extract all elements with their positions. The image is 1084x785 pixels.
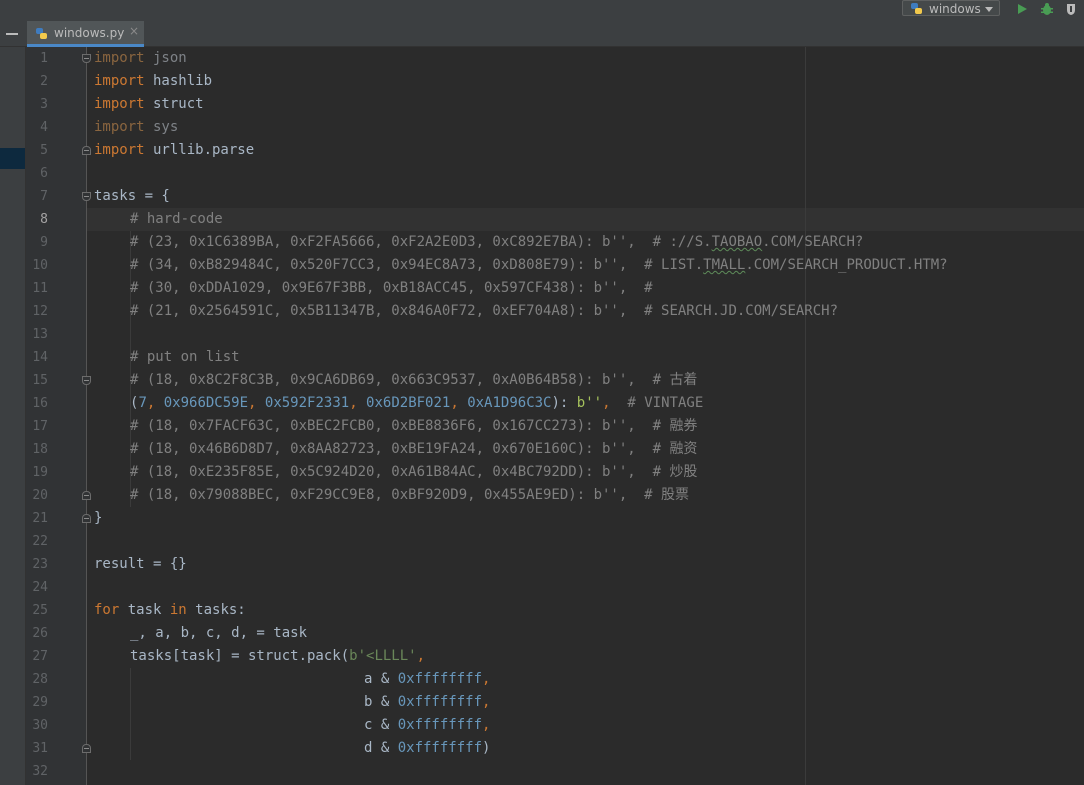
code-line: import urllib.parse — [94, 142, 255, 158]
code-line: # (18, 0x8C2F8C3B, 0x9CA6DB69, 0x663C953… — [130, 372, 698, 388]
fold-toggle-icon[interactable] — [82, 54, 91, 63]
line-number[interactable]: 21 — [26, 507, 48, 530]
code-line: (7, 0x966DC59E, 0x592F2331, 0x6D2BF021, … — [130, 395, 704, 411]
line-number[interactable]: 18 — [26, 438, 48, 461]
run-configuration-select[interactable]: windows — [902, 0, 1000, 16]
chevron-down-icon — [985, 7, 993, 12]
line-number[interactable]: 17 — [26, 415, 48, 438]
line-number[interactable]: 6 — [26, 162, 48, 185]
line-number[interactable]: 4 — [26, 116, 48, 139]
line-number[interactable]: 7 — [26, 185, 48, 208]
hide-panel-icon[interactable] — [6, 33, 18, 35]
line-number[interactable]: 20 — [26, 484, 48, 507]
code-line: _, a, b, c, d, = task — [130, 625, 308, 641]
fold-toggle-icon[interactable] — [82, 146, 91, 155]
line-number[interactable]: 10 — [26, 254, 48, 277]
code-line: # (18, 0x7FACF63C, 0xBEC2FCB0, 0xBE8836F… — [130, 418, 698, 434]
tab-filename: windows.py — [54, 26, 125, 40]
fold-toggle-icon[interactable] — [82, 192, 91, 201]
code-line: tasks[task] = struct.pack(b'<LLLL', — [130, 648, 426, 664]
line-number[interactable]: 26 — [26, 622, 48, 645]
line-number[interactable]: 32 — [26, 760, 48, 783]
code-line: # (18, 0x79088BEC, 0xF29CC9E8, 0xBF920D9… — [130, 487, 690, 503]
line-number[interactable]: 1 — [26, 47, 48, 70]
line-number[interactable]: 19 — [26, 461, 48, 484]
tab-windows-py[interactable]: windows.py × — [27, 21, 144, 47]
code-line: # hard-code — [130, 211, 223, 227]
navigation-toolbar: windows — [0, 0, 1084, 20]
fold-toggle-icon[interactable] — [82, 376, 91, 385]
line-number[interactable]: 11 — [26, 277, 48, 300]
coverage-icon[interactable] — [1064, 2, 1078, 16]
code-line: import sys — [94, 119, 179, 135]
python-icon — [911, 3, 922, 14]
line-number[interactable]: 13 — [26, 323, 48, 346]
line-number[interactable]: 23 — [26, 553, 48, 576]
debug-icon[interactable] — [1040, 2, 1054, 16]
run-configuration-label: windows — [929, 2, 981, 16]
code-line: tasks = { — [94, 188, 170, 204]
line-number[interactable]: 2 — [26, 70, 48, 93]
line-number[interactable]: 27 — [26, 645, 48, 668]
code-line: # (21, 0x2564591C, 0x5B11347B, 0x846A0F7… — [130, 303, 839, 319]
line-number[interactable]: 3 — [26, 93, 48, 116]
code-line: # (18, 0xE235F85E, 0x5C924D20, 0xA61B84A… — [130, 464, 698, 480]
code-line: } — [94, 510, 103, 526]
caret-row-highlight — [87, 208, 1084, 231]
code-line: c & 0xffffffff, — [364, 717, 491, 733]
line-number[interactable]: 24 — [26, 576, 48, 599]
line-number[interactable]: 14 — [26, 346, 48, 369]
editor-tab-bar — [0, 20, 1084, 47]
project-tool-strip — [0, 47, 26, 785]
code-line: import hashlib — [94, 73, 213, 89]
fold-toggle-icon[interactable] — [82, 744, 91, 753]
code-line: b & 0xffffffff, — [364, 694, 491, 710]
right-margin-guide — [805, 47, 806, 785]
run-icon[interactable] — [1015, 2, 1029, 16]
code-line: d & 0xffffffff) — [364, 740, 491, 756]
code-line: result = {} — [94, 556, 187, 572]
line-number[interactable]: 9 — [26, 231, 48, 254]
line-number[interactable]: 12 — [26, 300, 48, 323]
code-line: import json — [94, 50, 187, 66]
gutter-divider — [86, 47, 87, 785]
line-number[interactable]: 5 — [26, 139, 48, 162]
code-line: for task in tasks: — [94, 602, 246, 618]
fold-toggle-icon[interactable] — [82, 491, 91, 500]
line-number[interactable]: 31 — [26, 737, 48, 760]
code-line: # (23, 0x1C6389BA, 0xF2FA5666, 0xF2A2E0D… — [130, 234, 864, 250]
code-line: # (30, 0xDDA1029, 0x9E67F3BB, 0xB18ACC45… — [130, 280, 653, 296]
fold-toggle-icon[interactable] — [82, 514, 91, 523]
python-file-icon — [36, 28, 47, 39]
line-number[interactable]: 22 — [26, 530, 48, 553]
code-line: # (34, 0xB829484C, 0x520F7CC3, 0x94EC8A7… — [130, 257, 948, 273]
tool-window-marker[interactable] — [0, 148, 25, 169]
code-line: a & 0xffffffff, — [364, 671, 491, 687]
indent-guide — [130, 668, 131, 760]
line-number[interactable]: 30 — [26, 714, 48, 737]
code-line: import struct — [94, 96, 204, 112]
close-icon[interactable]: × — [129, 24, 139, 38]
line-number[interactable]: 16 — [26, 392, 48, 415]
line-number[interactable]: 25 — [26, 599, 48, 622]
line-number-current[interactable]: 8 — [26, 208, 48, 231]
line-number[interactable]: 28 — [26, 668, 48, 691]
code-line: # put on list — [130, 349, 240, 365]
line-number[interactable]: 29 — [26, 691, 48, 714]
code-line: # (18, 0x46B6D8D7, 0x8AA82723, 0xBE19FA2… — [130, 441, 698, 457]
line-number[interactable]: 15 — [26, 369, 48, 392]
